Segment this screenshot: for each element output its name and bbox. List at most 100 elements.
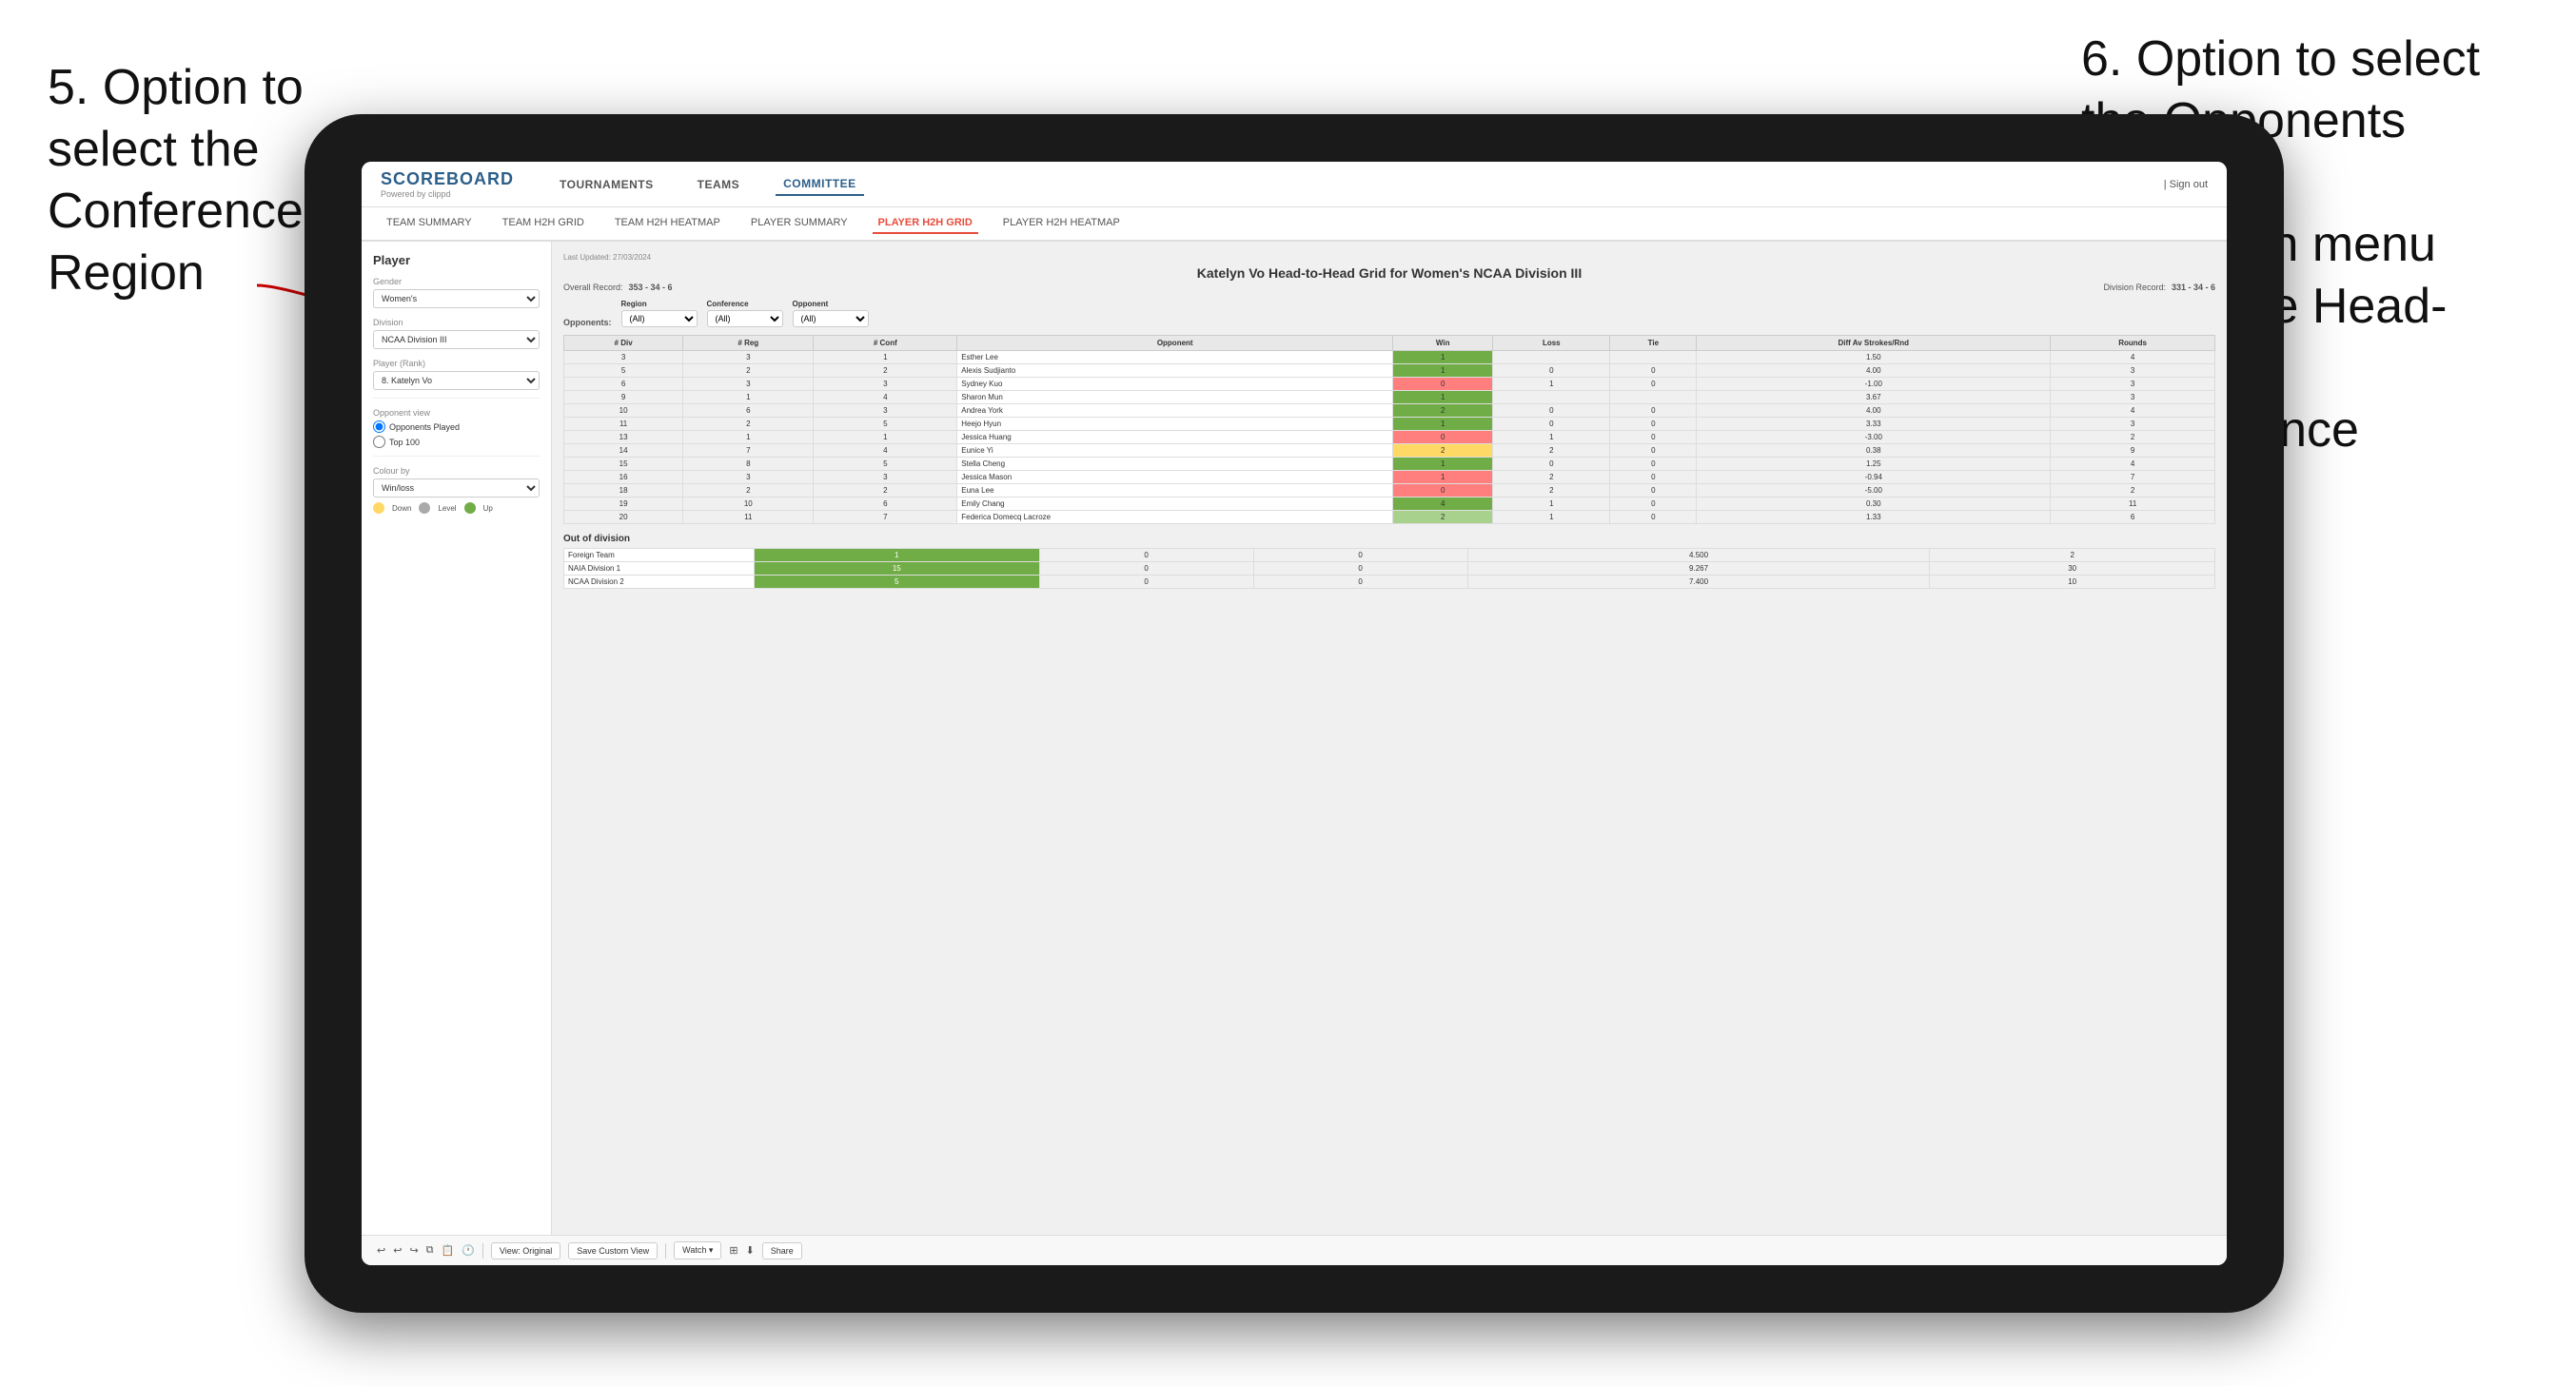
th-loss: Loss [1493,336,1610,351]
last-updated: Last Updated: 27/03/2024 [563,253,2215,262]
cell-out-tie: 0 [1253,562,1467,576]
redo-icon[interactable]: ↪ [409,1244,418,1257]
cell-div: 11 [564,418,683,431]
sub-nav-player-h2h-heatmap[interactable]: PLAYER H2H HEATMAP [997,213,1126,234]
filter-row: Opponents: Region (All) Conference (All) [563,300,2215,327]
th-tie: Tie [1610,336,1697,351]
cell-conf: 4 [814,391,957,404]
cell-diff: 1.50 [1697,351,2051,364]
cell-div: 10 [564,404,683,418]
cell-rounds: 3 [2051,391,2215,404]
download-icon[interactable]: ⬇ [746,1244,755,1257]
out-of-division-header: Out of division [563,534,2215,544]
sub-nav-player-summary[interactable]: PLAYER SUMMARY [745,213,854,234]
cell-win: 0 [1393,431,1493,444]
view-original-button[interactable]: View: Original [491,1242,560,1259]
nav-tournaments[interactable]: TOURNAMENTS [552,174,661,195]
cell-loss: 2 [1493,444,1610,458]
cell-diff: -5.00 [1697,484,2051,498]
panel-gender-label: Gender [373,277,540,286]
cell-conf: 2 [814,364,957,378]
cell-loss: 0 [1493,458,1610,471]
cell-div: 16 [564,471,683,484]
copy-icon[interactable]: ⧉ [426,1244,434,1257]
cell-opponent: Euna Lee [957,484,1393,498]
sub-nav-player-h2h-grid[interactable]: PLAYER H2H GRID [873,213,978,234]
nav-committee[interactable]: COMMITTEE [776,173,864,196]
cell-div: 18 [564,484,683,498]
left-panel: Player Gender Women's Division NCAA Divi… [362,242,552,1235]
gender-select[interactable]: Women's [373,289,540,308]
sub-nav-team-summary[interactable]: TEAM SUMMARY [381,213,478,234]
save-custom-button[interactable]: Save Custom View [568,1242,658,1259]
cell-out-name: Foreign Team [564,549,755,562]
filter-group-region: Region (All) [621,300,698,327]
cell-loss: 1 [1493,511,1610,524]
cell-loss: 0 [1493,404,1610,418]
table-row: 16 3 3 Jessica Mason 1 2 0 -0.94 7 [564,471,2215,484]
radio-top-100[interactable]: Top 100 [373,436,540,448]
player-rank-select[interactable]: 8. Katelyn Vo [373,371,540,390]
cell-diff: 1.33 [1697,511,2051,524]
data-table: # Div # Reg # Conf Opponent Win Loss Tie… [563,335,2215,524]
th-conf: # Conf [814,336,957,351]
th-reg: # Reg [683,336,814,351]
cell-diff: -0.94 [1697,471,2051,484]
cell-conf: 5 [814,458,957,471]
cell-conf: 5 [814,418,957,431]
cell-reg: 3 [683,351,814,364]
filter-region-select[interactable]: (All) [621,310,698,327]
cell-diff: -3.00 [1697,431,2051,444]
main-content: Player Gender Women's Division NCAA Divi… [362,242,2227,1235]
cell-tie: 0 [1610,471,1697,484]
share-button[interactable]: Share [762,1242,802,1259]
overall-record-label: Overall Record: [563,283,623,292]
undo2-icon[interactable]: ↩ [393,1244,402,1257]
cell-reg: 3 [683,471,814,484]
cell-tie [1610,351,1697,364]
dot-level [419,502,430,514]
cell-reg: 7 [683,444,814,458]
filter-conference-select[interactable]: (All) [707,310,783,327]
cell-out-name: NCAA Division 2 [564,576,755,589]
colour-by-select[interactable]: Win/loss [373,478,540,498]
cell-out-win: 5 [755,576,1040,589]
panel-division-label: Division [373,318,540,327]
cell-loss: 0 [1493,364,1610,378]
cell-opponent: Federica Domecq Lacroze [957,511,1393,524]
cell-out-rounds: 10 [1930,576,2215,589]
out-of-division-row: NCAA Division 2 5 0 0 7.400 10 [564,576,2215,589]
tablet: SCOREBOARD Powered by clippd TOURNAMENTS… [305,114,2284,1313]
cell-tie: 0 [1610,498,1697,511]
clock-icon[interactable]: 🕐 [462,1244,475,1257]
cell-diff: 0.38 [1697,444,2051,458]
nav-teams[interactable]: TEAMS [690,174,748,195]
cell-out-tie: 0 [1253,549,1467,562]
sub-nav: TEAM SUMMARY TEAM H2H GRID TEAM H2H HEAT… [362,207,2227,242]
filter-group-conference: Conference (All) [707,300,783,327]
cell-tie: 0 [1610,378,1697,391]
sub-nav-team-h2h-heatmap[interactable]: TEAM H2H HEATMAP [609,213,726,234]
paste-icon[interactable]: 📋 [442,1244,455,1257]
cell-tie: 0 [1610,444,1697,458]
cell-diff: 4.00 [1697,364,2051,378]
undo-icon[interactable]: ↩ [377,1244,385,1257]
cell-diff: 1.25 [1697,458,2051,471]
cell-win: 1 [1393,364,1493,378]
filter-opponent-select[interactable]: (All) [793,310,869,327]
grid-icon[interactable]: ⊞ [729,1244,737,1257]
watch-button[interactable]: Watch ▾ [674,1241,721,1259]
panel-opponent-view-label: Opponent view [373,408,540,418]
out-of-division-row: Foreign Team 1 0 0 4.500 2 [564,549,2215,562]
cell-rounds: 4 [2051,404,2215,418]
nav-sign-out[interactable]: | Sign out [2164,179,2208,190]
cell-opponent: Esther Lee [957,351,1393,364]
cell-reg: 2 [683,484,814,498]
radio-opponents-played[interactable]: Opponents Played [373,420,540,433]
cell-win: 1 [1393,471,1493,484]
filter-group-opponent: Opponent (All) [793,300,869,327]
dot-down-label: Down [392,504,411,513]
division-select[interactable]: NCAA Division III [373,330,540,349]
cell-loss: 0 [1493,418,1610,431]
sub-nav-team-h2h-grid[interactable]: TEAM H2H GRID [497,213,590,234]
